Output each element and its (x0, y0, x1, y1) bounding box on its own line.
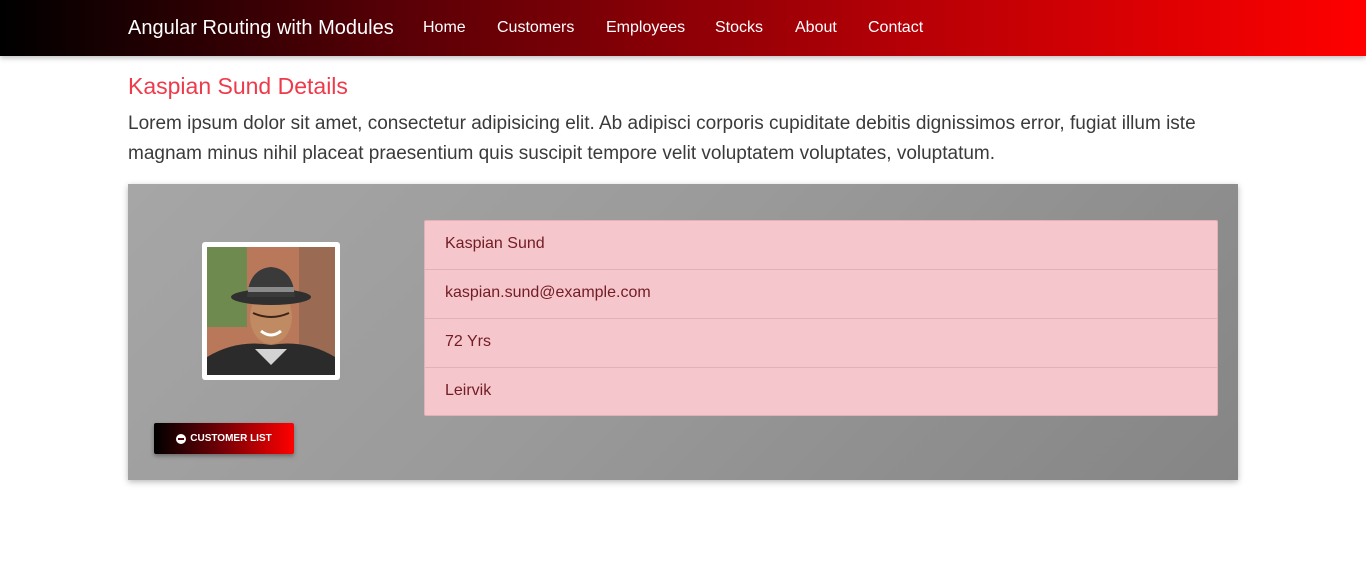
page-title: Kaspian Sund Details (128, 73, 348, 99)
page-description: Lorem ipsum dolor sit amet, consectetur … (128, 113, 1196, 164)
customer-age: 72 Yrs (424, 318, 1218, 368)
arrow-circle-left-icon (176, 433, 187, 444)
customer-name: Kaspian Sund (424, 220, 1218, 270)
nav-item-home[interactable]: Home (423, 18, 466, 38)
nav-item-stocks[interactable]: Stocks (715, 18, 763, 38)
customer-email: kaspian.sund@example.com (424, 269, 1218, 319)
customer-city: Leirvik (424, 367, 1218, 416)
nav-item-contact[interactable]: Contact (868, 18, 923, 38)
customer-info-list: Kaspian Sund kaspian.sund@example.com 72… (424, 220, 1218, 416)
customer-details-card: CUSTOMER LIST Kaspian Sund kaspian.sund@… (128, 184, 1238, 480)
customer-avatar (202, 242, 340, 380)
customer-photo (207, 247, 335, 375)
customer-list-button[interactable]: CUSTOMER LIST (154, 423, 294, 454)
nav-item-customers[interactable]: Customers (497, 18, 574, 38)
customer-list-button-label: CUSTOMER LIST (190, 432, 272, 444)
nav-item-about[interactable]: About (795, 18, 837, 38)
top-navbar: Angular Routing with Modules Home Custom… (0, 0, 1366, 56)
nav-item-employees[interactable]: Employees (606, 18, 685, 38)
navbar-brand[interactable]: Angular Routing with Modules (128, 16, 394, 40)
